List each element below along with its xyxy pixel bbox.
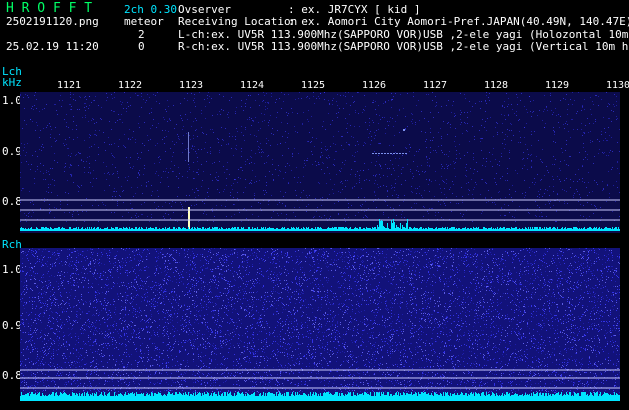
mode-label: meteor <box>124 15 164 28</box>
khz-label: kHz <box>2 76 22 89</box>
freq-tick-1122: 1122 <box>118 80 143 91</box>
rch-description: R-ch:ex. UV5R 113.900Mhz(SAPPORO VOR)USB… <box>178 41 629 53</box>
rch-label: Rch <box>2 238 22 251</box>
app-brand: H R O F F T <box>6 1 93 16</box>
freq-tick-1129: 1129 <box>545 80 570 91</box>
freq-tick-1128: 1128 <box>484 80 509 91</box>
rch-levels-0.9: 0.9 <box>2 319 22 332</box>
freq-tick-1121: 1121 <box>57 80 82 91</box>
location-value: : ex. Aomori City Aomori-Pref.JAPAN(40.4… <box>288 15 629 28</box>
lch-description: L-ch:ex. UV5R 113.900Mhz(SAPPORO VOR)USB… <box>178 29 629 41</box>
lch-spectrogram <box>20 92 620 233</box>
freq-tick-1126: 1126 <box>362 80 387 91</box>
rch-levels-1.0: 1.0 <box>2 263 22 276</box>
lch-levels-1.0: 1.0 <box>2 94 22 107</box>
freq-tick-1124: 1124 <box>240 80 265 91</box>
freq-tick-1127: 1127 <box>423 80 448 91</box>
meteor-trace <box>188 132 189 162</box>
lch-background <box>20 92 620 233</box>
lch-levels-0.9: 0.9 <box>2 145 22 158</box>
filename-label: 2502191120.png <box>6 15 99 28</box>
location-label: Receiving Location <box>178 15 298 28</box>
lch-levels-0.8: 0.8 <box>2 195 22 208</box>
freq-tick-1125: 1125 <box>301 80 326 91</box>
rch-count: 0 <box>138 40 145 53</box>
rch-spectrogram <box>20 248 620 401</box>
freq-tick-1130: 1130 <box>606 80 629 91</box>
rch-levels-0.8: 0.8 <box>2 369 22 382</box>
datetime-label: 25.02.19 11:20 <box>6 40 99 53</box>
freq-tick-1123: 1123 <box>179 80 204 91</box>
